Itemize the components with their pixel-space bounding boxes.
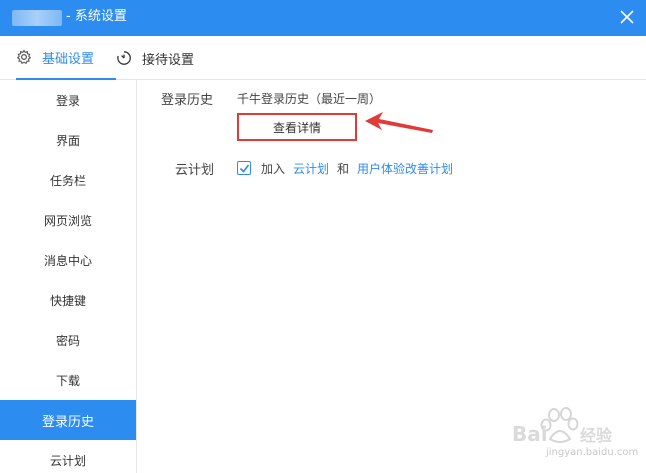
check-icon bbox=[239, 164, 249, 173]
sidebar-item-web-browsing[interactable]: 网页浏览 bbox=[0, 200, 136, 240]
window-title: - 系统设置 bbox=[66, 9, 127, 24]
cloud-plan-row: 加入 云计划 和 用户体验改善计划 bbox=[237, 159, 453, 177]
svg-text:Bai: Bai bbox=[512, 422, 548, 446]
tab-reception-settings[interactable]: 接待设置 bbox=[116, 36, 194, 80]
red-arrow-annotation bbox=[365, 112, 433, 133]
watermark-url: jingyan.baidu.com bbox=[546, 447, 639, 458]
settings-sidebar: 登录 界面 任务栏 网页浏览 消息中心 快捷键 密码 下载 登录历史 云计划 bbox=[0, 80, 137, 473]
sidebar-item-shortcuts[interactable]: 快捷键 bbox=[0, 280, 136, 320]
tab-basic-settings[interactable]: 基础设置 bbox=[16, 36, 116, 80]
settings-tabbar: 基础设置 接待设置 bbox=[0, 36, 646, 80]
sidebar-item-login[interactable]: 登录 bbox=[0, 80, 136, 120]
sidebar-item-taskbar[interactable]: 任务栏 bbox=[0, 160, 136, 200]
sidebar-item-password[interactable]: 密码 bbox=[0, 320, 136, 360]
sidebar-item-login-history[interactable]: 登录历史 bbox=[0, 400, 136, 440]
clock-icon bbox=[117, 51, 131, 65]
gear-icon bbox=[16, 49, 32, 65]
svg-text:经验: 经验 bbox=[580, 426, 613, 445]
close-icon[interactable] bbox=[618, 8, 636, 26]
title-bar: - 系统设置 bbox=[0, 0, 646, 36]
sidebar-item-interface[interactable]: 界面 bbox=[0, 120, 136, 160]
login-history-label: 登录历史 bbox=[161, 93, 214, 108]
login-history-description: 千牛登录历史（最近一周） bbox=[237, 92, 382, 106]
cloud-plan-label: 云计划 bbox=[175, 163, 215, 178]
blurred-app-name bbox=[12, 10, 62, 26]
tab-label: 基础设置 bbox=[42, 51, 95, 67]
tab-label: 接待设置 bbox=[142, 52, 195, 68]
view-details-button[interactable]: 查看详情 bbox=[237, 113, 357, 141]
sidebar-item-download[interactable]: 下载 bbox=[0, 360, 136, 400]
cloud-plan-checkbox[interactable] bbox=[237, 161, 251, 175]
sidebar-item-message-center[interactable]: 消息中心 bbox=[0, 240, 136, 280]
sidebar-item-cloud-plan[interactable]: 云计划 bbox=[0, 440, 136, 473]
user-experience-plan-link[interactable]: 用户体验改善计划 bbox=[357, 160, 453, 177]
cloud-plan-link[interactable]: 云计划 bbox=[293, 160, 329, 177]
join-text: 加入 bbox=[261, 161, 286, 176]
and-text: 和 bbox=[337, 161, 350, 176]
